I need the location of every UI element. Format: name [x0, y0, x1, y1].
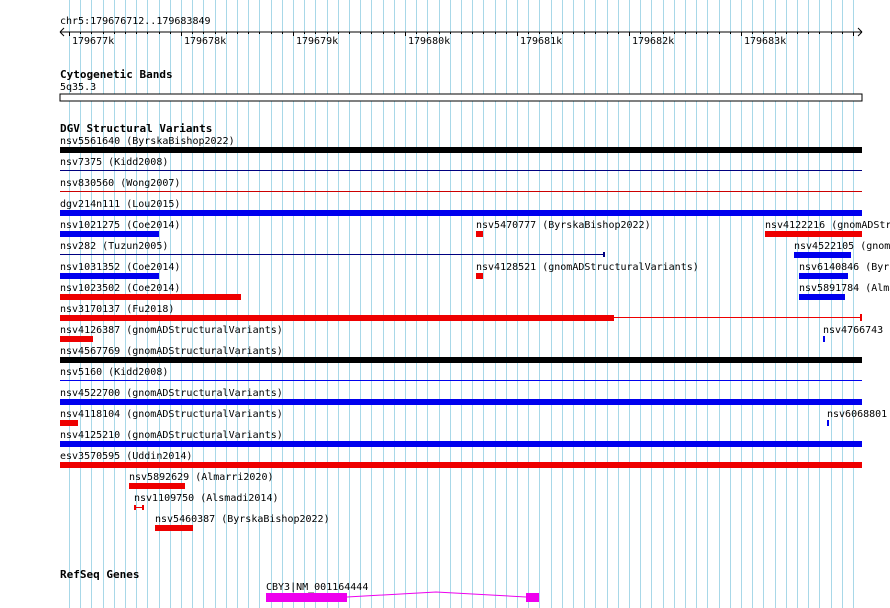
variant-label: nsv1021275 (Coe2014)	[60, 220, 180, 231]
gene-exon[interactable]	[526, 593, 539, 602]
variant-bar[interactable]	[60, 357, 862, 363]
cytoband-label: 5q35.3	[60, 82, 96, 93]
variant-label: nsv4522105 (gnomADStructuralVariants)	[794, 241, 890, 252]
variant-bar[interactable]	[129, 483, 185, 489]
variant-bar[interactable]	[60, 420, 78, 426]
variant-bar[interactable]	[794, 252, 851, 258]
variant-bar[interactable]	[765, 231, 862, 237]
variant-label: nsv7375 (Kidd2008)	[60, 157, 168, 168]
variant-label: nsv4567769 (gnomADStructuralVariants)	[60, 346, 283, 357]
dgv-track-title: DGV Structural Variants	[60, 122, 212, 135]
ruler-tick-label: 179681k	[520, 36, 562, 47]
variant-label: nsv4766743	[823, 325, 883, 336]
variant-bar[interactable]	[60, 147, 862, 153]
refseq-track-title: RefSeq Genes	[60, 568, 139, 581]
variant-label: nsv1109750 (Alsmadi2014)	[134, 493, 279, 504]
variant-bar[interactable]	[60, 336, 93, 342]
variant-bar[interactable]	[60, 273, 159, 279]
variant-bar[interactable]	[827, 420, 829, 426]
variant-label: nsv5892629 (Almarri2020)	[129, 472, 274, 483]
variant-label: nsv1031352 (Coe2014)	[60, 262, 180, 273]
variant-bar[interactable]	[60, 441, 862, 447]
variant-label: nsv5891784 (Almarri2020)	[799, 283, 890, 294]
variant-bar[interactable]	[799, 294, 845, 300]
gene-exon[interactable]	[266, 593, 347, 602]
variant-bar-end	[142, 505, 144, 510]
variant-label: nsv6068801	[827, 409, 887, 420]
variant-bar[interactable]	[60, 210, 862, 216]
variant-bar[interactable]	[60, 462, 862, 468]
gene-label: CBY3|NM_001164444	[266, 582, 368, 593]
variant-label: nsv1023502 (Coe2014)	[60, 283, 180, 294]
variant-bar-end	[603, 252, 605, 257]
ruler-tick-label: 179683k	[744, 36, 786, 47]
ruler-tick-label: 179682k	[632, 36, 674, 47]
variant-label: nsv6140846 (ByrskaBishop2022)	[799, 262, 890, 273]
variant-bar[interactable]	[60, 315, 614, 321]
refseq-track[interactable]: RefSeq Genes CBY3|NM_001164444	[60, 568, 539, 602]
variant-label: nsv4122216 (gnomADStructuralVariants)	[765, 220, 890, 231]
variant-label: nsv5470777 (ByrskaBishop2022)	[476, 220, 651, 231]
variant-label: dgv214n111 (Lou2015)	[60, 199, 180, 210]
ruler-position-label: chr5:179676712..179683849	[60, 16, 211, 27]
variant-bar[interactable]	[60, 294, 241, 300]
ruler-tick-label: 179677k	[72, 36, 114, 47]
variant-label: nsv4126387 (gnomADStructuralVariants)	[60, 325, 283, 336]
ruler-tick-label: 179680k	[408, 36, 450, 47]
cytoband-track-title: Cytogenetic Bands	[60, 68, 173, 81]
variant-label: nsv3170137 (Fu2018)	[60, 304, 174, 315]
variant-label: nsv4522700 (gnomADStructuralVariants)	[60, 388, 283, 399]
variant-bar[interactable]	[799, 273, 848, 279]
variant-bar[interactable]	[823, 336, 825, 342]
variant-bar[interactable]	[476, 231, 483, 237]
gene-intron	[346, 591, 527, 598]
cytoband-bar[interactable]	[59, 93, 863, 102]
variant-bar-end	[134, 505, 136, 510]
variant-label: nsv5561640 (ByrskaBishop2022)	[60, 136, 235, 147]
dgv-track[interactable]: DGV Structural Variants nsv5561640 (Byrs…	[60, 122, 890, 531]
variant-bar[interactable]	[155, 525, 193, 531]
variant-bar[interactable]	[476, 273, 483, 279]
variant-label: nsv282 (Tuzun2005)	[60, 241, 168, 252]
variant-label: nsv5160 (Kidd2008)	[60, 367, 168, 378]
variant-bar-end	[860, 314, 862, 321]
variant-label: esv3570595 (Uddin2014)	[60, 451, 192, 462]
variant-label: nsv5460387 (ByrskaBishop2022)	[155, 514, 330, 525]
variant-bar[interactable]	[60, 399, 862, 405]
variant-label: nsv4118104 (gnomADStructuralVariants)	[60, 409, 283, 420]
variant-label: nsv4125210 (gnomADStructuralVariants)	[60, 430, 283, 441]
variant-label: nsv830560 (Wong2007)	[60, 178, 180, 189]
ruler-tick-label: 179679k	[296, 36, 338, 47]
variant-label: nsv4128521 (gnomADStructuralVariants)	[476, 262, 699, 273]
ruler-tick-label: 179678k	[184, 36, 226, 47]
genome-browser-view: chr5:179676712..179683849 179677k 179678…	[59, 0, 890, 608]
variant-bar[interactable]	[60, 231, 159, 237]
